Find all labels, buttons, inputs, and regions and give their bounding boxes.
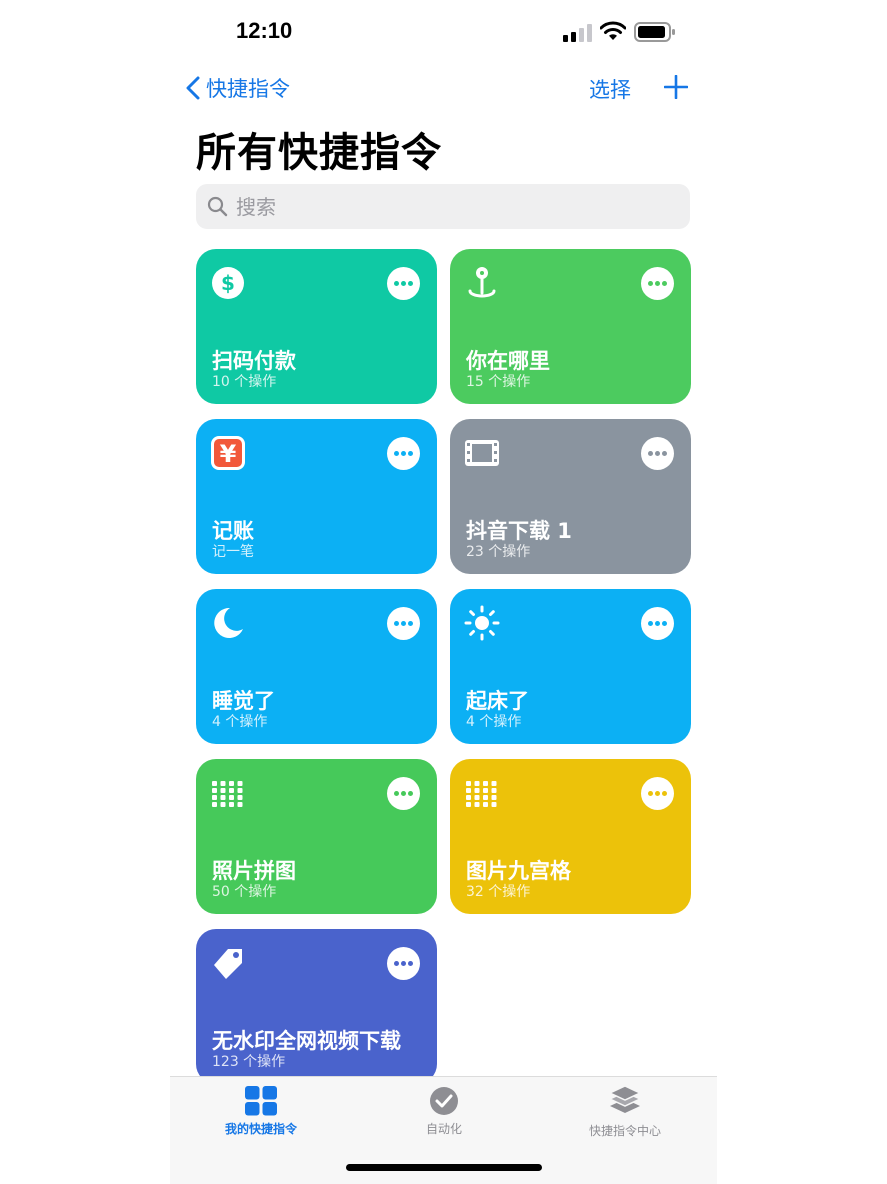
shortcut-card[interactable]: 抖音下载 1 23 个操作 (450, 419, 691, 574)
tab-label: 自动化 (425, 1122, 462, 1136)
more-options-icon[interactable] (641, 437, 674, 470)
shortcut-card[interactable]: 你在哪里 15 个操作 (450, 249, 691, 404)
search-input[interactable] (234, 193, 658, 220)
more-options-icon[interactable] (641, 607, 674, 640)
back-button[interactable]: 快捷指令 (186, 72, 290, 104)
add-icon[interactable] (664, 75, 688, 99)
search-icon (207, 196, 228, 217)
shortcut-subtitle: 10 个操作 (212, 374, 277, 390)
automation-icon (430, 1087, 458, 1115)
svg-text:¥: ¥ (220, 440, 237, 468)
chevron-left-icon (186, 76, 200, 100)
moon-icon (210, 605, 246, 641)
tag-icon (210, 945, 246, 981)
more-options-icon[interactable] (387, 947, 420, 980)
tab-label: 快捷指令中心 (588, 1124, 661, 1138)
tab-my-shortcuts[interactable]: 我的快捷指令 (191, 1077, 331, 1147)
home-indicator (346, 1164, 542, 1171)
shortcut-card[interactable]: 照片拼图 50 个操作 (196, 759, 437, 914)
battery-icon (634, 22, 675, 42)
back-label: 快捷指令 (206, 77, 290, 101)
more-options-icon[interactable] (387, 267, 420, 300)
tab-automation[interactable]: 自动化 (374, 1077, 514, 1147)
more-options-icon[interactable] (387, 777, 420, 810)
select-button[interactable]: 选择 (589, 74, 631, 104)
tab-label: 我的快捷指令 (224, 1122, 297, 1136)
shortcut-subtitle: 记一笔 (212, 544, 254, 560)
grid-icon (464, 775, 500, 811)
grid-icon (210, 775, 246, 811)
sun-icon (464, 605, 500, 641)
location-pin-icon (464, 265, 500, 301)
dollar-icon: $ (210, 265, 246, 301)
gallery-icon (608, 1086, 642, 1113)
tab-gallery[interactable]: 快捷指令中心 (555, 1077, 695, 1147)
more-options-icon[interactable] (641, 777, 674, 810)
search-bar[interactable] (196, 184, 690, 229)
svg-text:$: $ (221, 271, 235, 295)
more-options-icon[interactable] (387, 437, 420, 470)
yuan-app-icon: ¥ (210, 435, 246, 471)
more-options-icon[interactable] (641, 267, 674, 300)
shortcut-card[interactable]: $ 扫码付款 10 个操作 (196, 249, 437, 404)
shortcut-subtitle: 4 个操作 (212, 714, 268, 730)
more-options-icon[interactable] (387, 607, 420, 640)
shortcut-card[interactable]: 图片九宫格 32 个操作 (450, 759, 691, 914)
film-icon (464, 435, 500, 471)
shortcut-subtitle: 50 个操作 (212, 884, 277, 900)
status-bar: 12:10 (0, 0, 887, 66)
shortcut-subtitle: 123 个操作 (212, 1054, 286, 1070)
wifi-icon (600, 21, 626, 40)
shortcut-card[interactable]: 睡觉了 4 个操作 (196, 589, 437, 744)
shortcut-card[interactable]: 无水印全网视频下载 123 个操作 (196, 929, 437, 1084)
shortcut-subtitle: 15 个操作 (466, 374, 531, 390)
shortcut-card[interactable]: ¥ 记账 记一笔 (196, 419, 437, 574)
shortcut-subtitle: 32 个操作 (466, 884, 531, 900)
shortcut-subtitle: 4 个操作 (466, 714, 522, 730)
shortcut-subtitle: 23 个操作 (466, 544, 531, 560)
cellular-signal-icon (563, 24, 592, 42)
page-title: 所有快捷指令 (196, 130, 442, 176)
shortcut-card[interactable]: 起床了 4 个操作 (450, 589, 691, 744)
status-time: 12:10 (236, 18, 293, 43)
my-shortcuts-icon (245, 1086, 277, 1116)
